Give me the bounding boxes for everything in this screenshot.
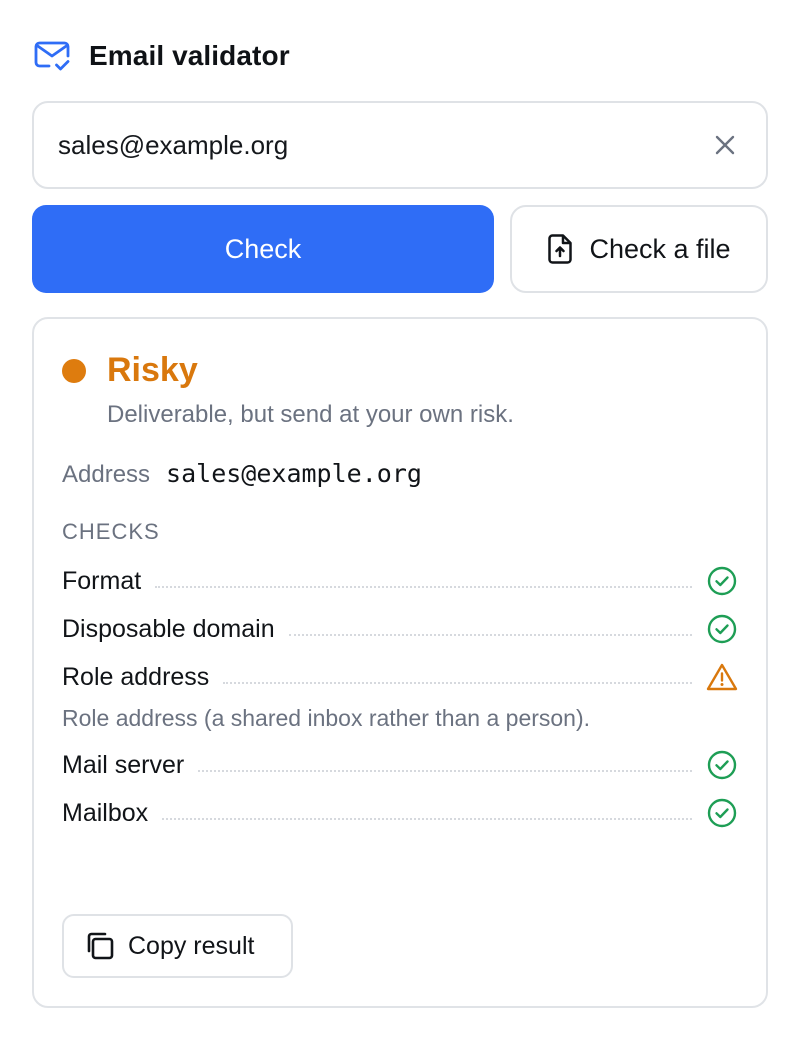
check-circle-icon [706,613,738,645]
check-name: Mailbox [62,798,149,827]
close-icon[interactable] [710,130,740,160]
address-label: Address [62,461,151,488]
mail-check-icon [33,39,71,73]
result-card: Risky Deliverable, but send at your own … [32,317,768,1008]
file-upload-icon [547,233,573,265]
copy-result-label: Copy result [128,931,255,960]
check-row-mail-server: Mail server [62,747,738,783]
status-label: Risky [107,351,198,389]
address-row: Address sales@example.org [62,459,422,489]
check-file-label: Check a file [589,233,731,264]
check-row-disposable-domain: Disposable domain [62,611,738,647]
warning-triangle-icon [706,661,738,693]
dotted-leader [155,586,692,588]
check-circle-icon [706,749,738,781]
dotted-leader [162,818,692,820]
app-header: Email validator [33,38,290,74]
copy-result-button[interactable]: Copy result [62,914,293,978]
copy-icon [84,930,116,962]
dotted-leader [223,682,692,684]
check-file-button[interactable]: Check a file [510,205,768,293]
check-name: Disposable domain [62,614,275,643]
check-name: Mail server [62,750,185,779]
status-description: Deliverable, but send at your own risk. [107,401,514,428]
app-title: Email validator [89,40,290,71]
email-input[interactable] [58,103,698,187]
check-row-role-address: Role address [62,659,738,695]
check-row-format: Format [62,563,738,599]
check-row-mailbox: Mailbox [62,795,738,831]
check-name: Role address [62,662,210,691]
check-circle-icon [706,565,738,597]
result-status: Risky [62,351,198,390]
check-circle-icon [706,797,738,829]
dotted-leader [198,770,692,772]
dotted-leader [288,634,692,636]
checks-heading: CHECKS [62,519,160,544]
check-button[interactable]: Check [32,205,494,293]
status-dot [62,358,86,383]
check-name: Format [62,566,142,595]
check-note-role-address: Role address (a shared inbox rather than… [62,705,591,731]
email-field-container [32,101,768,189]
address-value: sales@example.org [166,459,422,488]
